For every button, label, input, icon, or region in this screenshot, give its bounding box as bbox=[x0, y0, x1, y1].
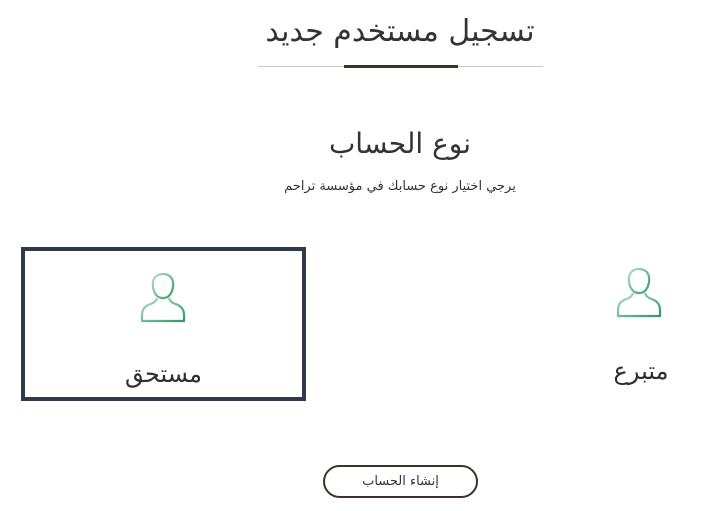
user-icon bbox=[140, 272, 186, 323]
beneficiary-label: مستحق bbox=[124, 360, 202, 388]
title-divider-accent bbox=[344, 65, 458, 68]
page-title: تسجيل مستخدم جديد bbox=[265, 14, 535, 49]
register-page: تسجيل مستخدم جديد نوع الحساب يرجي اختيار… bbox=[0, 0, 701, 511]
account-type-heading: نوع الحساب bbox=[328, 127, 472, 160]
donor-label: متبرع bbox=[613, 357, 669, 385]
beneficiary-card[interactable]: مستحق bbox=[21, 247, 306, 401]
create-account-button[interactable]: إنشاء الحساب bbox=[323, 465, 478, 498]
user-icon bbox=[616, 267, 662, 318]
account-type-subtitle: يرجي اختيار نوع حسابك في مؤسسة تراحم bbox=[284, 179, 516, 194]
donor-card[interactable]: متبرع bbox=[540, 250, 701, 400]
